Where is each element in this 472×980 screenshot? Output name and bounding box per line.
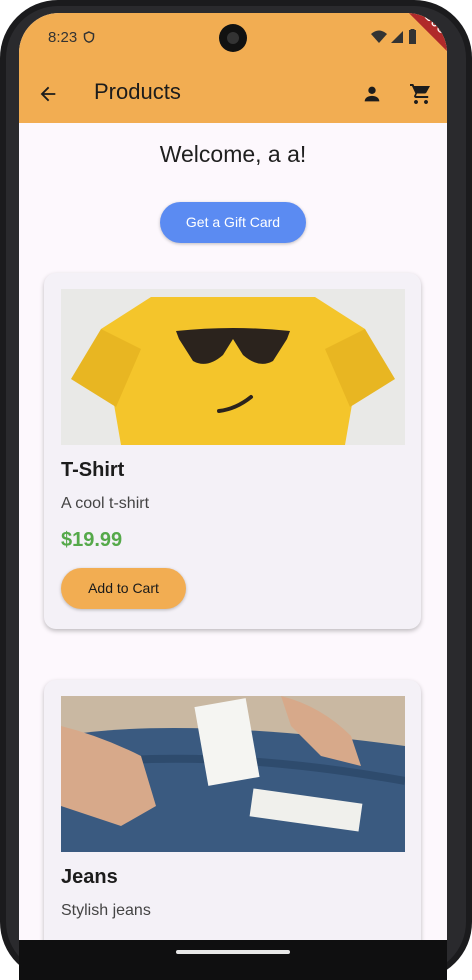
product-price: $19.99 <box>61 529 123 551</box>
add-to-cart-button[interactable]: Add to Cart <box>61 568 186 609</box>
signal-icon <box>391 31 403 43</box>
status-icons <box>371 29 416 44</box>
cart-icon[interactable] <box>409 82 433 106</box>
battery-icon <box>409 29 416 44</box>
home-indicator[interactable] <box>176 950 290 954</box>
product-card[interactable]: T-Shirt A cool t-shirt $19.99 Add to Car… <box>44 273 421 629</box>
product-image-jeans <box>61 696 405 852</box>
product-name: T-Shirt <box>61 459 125 481</box>
front-camera <box>219 24 247 52</box>
status-bar: 8:23 DEBUG <box>19 13 447 63</box>
gift-card-button[interactable]: Get a Gift Card <box>160 202 306 243</box>
product-description: A cool t-shirt <box>61 495 150 512</box>
status-time: 8:23 <box>48 29 78 46</box>
app-screen: 8:23 DEBUG Products Welcome, a a! Get a … <box>19 13 447 940</box>
back-arrow-icon[interactable] <box>37 83 59 105</box>
app-bar: 8:23 DEBUG Products <box>19 13 447 123</box>
system-nav-bar <box>19 940 447 980</box>
wifi-icon <box>371 30 387 43</box>
welcome-text: Welcome, a a! <box>159 141 307 167</box>
page-title: Products <box>94 79 181 104</box>
product-card[interactable]: Jeans Stylish jeans <box>44 680 421 940</box>
product-image-tshirt <box>61 289 405 445</box>
person-icon[interactable] <box>361 83 383 105</box>
product-description: Stylish jeans <box>61 902 151 919</box>
shield-icon <box>83 31 95 43</box>
product-name: Jeans <box>61 866 118 888</box>
